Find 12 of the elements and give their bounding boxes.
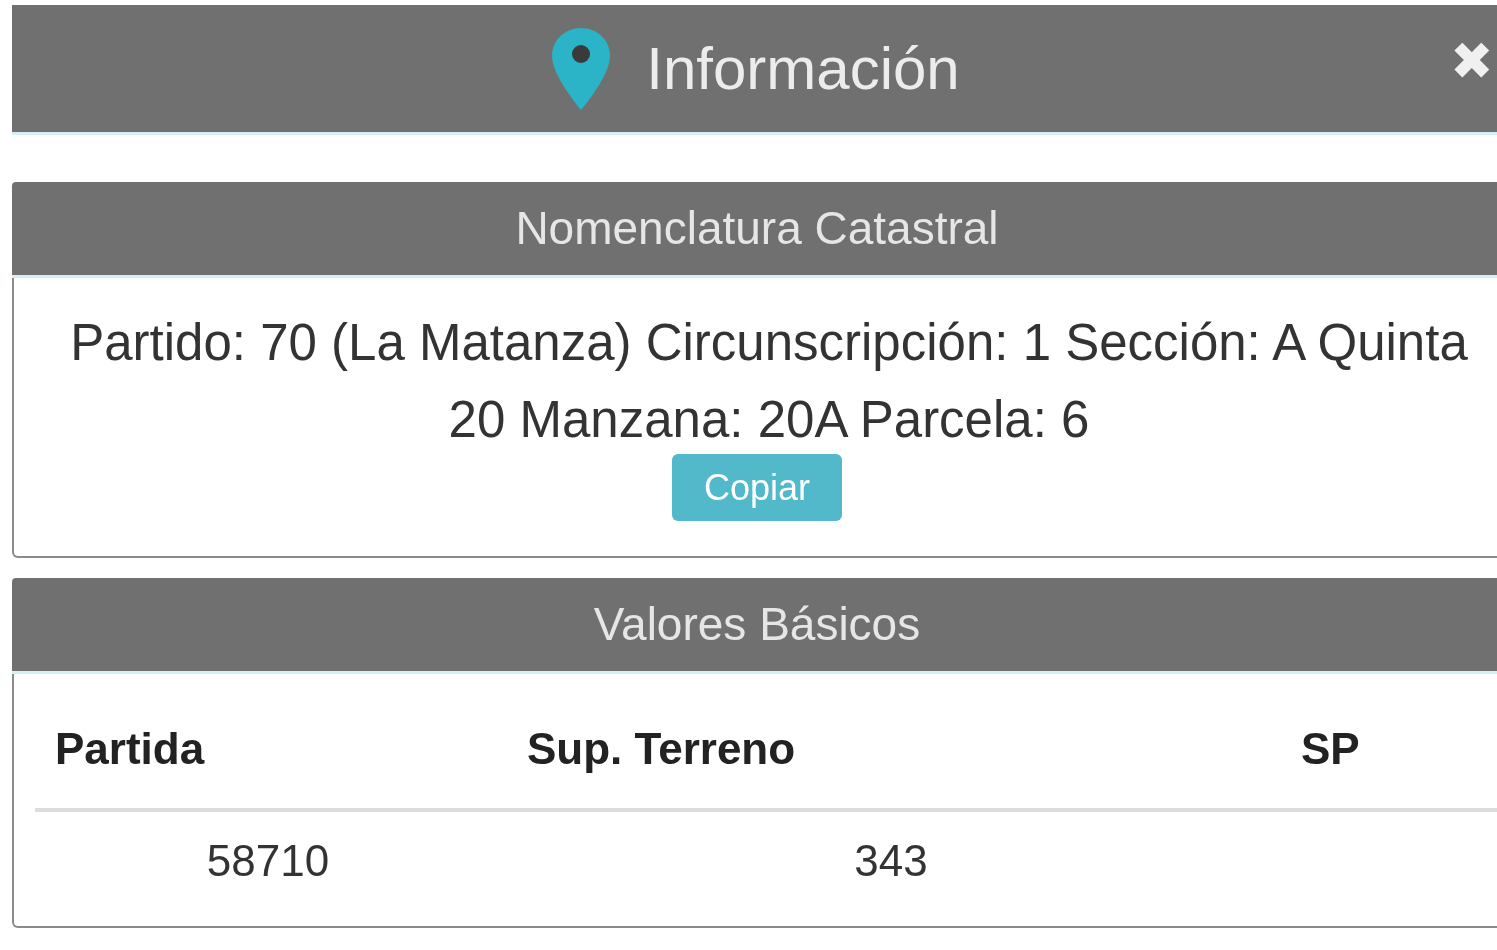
cadastral-description: Partido: 70 (La Matanza) Circunscripción: 1 Sección: A Quinta 20 Manzana: 20A Parcela: 6 (69, 313, 1469, 450)
close-button[interactable]: ✖ (1450, 35, 1494, 87)
table-cell: 58710 (35, 810, 501, 910)
column-header: Partida (35, 716, 501, 810)
table-cell: 343 (501, 810, 1281, 910)
panel-title: Nomenclatura Catastral (515, 201, 999, 256)
copy-button[interactable]: Copiar (672, 454, 842, 521)
panel-title: Valores Básicos (593, 597, 921, 652)
map-pin-icon (550, 25, 613, 112)
column-header: SP (1281, 716, 1497, 810)
column-header: Sup. Terreno (501, 716, 1281, 810)
dialog-title: Información (646, 33, 960, 104)
